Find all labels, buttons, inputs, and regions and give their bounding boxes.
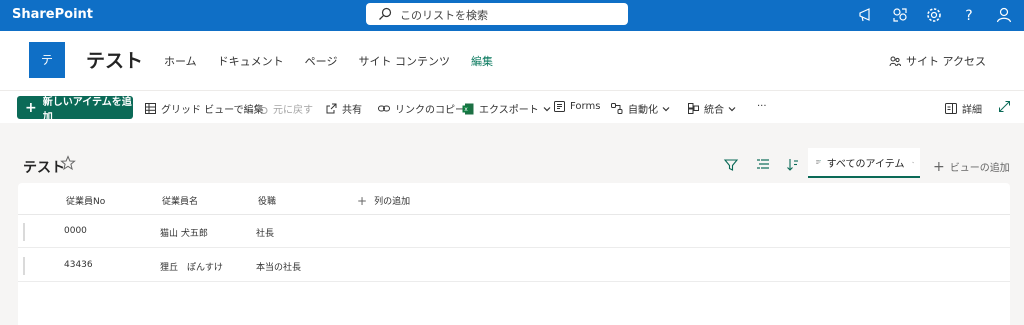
forms-icon (554, 101, 565, 112)
list-view-icon (816, 159, 821, 164)
excel-icon: x (462, 103, 474, 114)
share-label: 共有 (342, 105, 362, 116)
more-button[interactable]: ··· (757, 101, 767, 112)
column-header-employee-name[interactable]: 従業員名 (162, 194, 198, 207)
export-button[interactable]: x エクスポート (462, 101, 551, 116)
command-bar: + 新しいアイテムを追加 グリッド ビューで編集 元に戻す 共有 リンクのコピー… (0, 90, 1024, 123)
group-by-icon[interactable] (755, 157, 771, 173)
search-input[interactable]: このリストを検索 (400, 7, 488, 23)
sort-icon[interactable] (785, 157, 801, 173)
site-nav: ホーム ドキュメント ページ サイト コンテンツ 編集 (164, 53, 514, 69)
add-column-label: 列の追加 (374, 197, 411, 207)
svg-text:x: x (464, 106, 468, 113)
table-row[interactable]: 43436 狸丘 ぽんすけ 本当の社長 (18, 249, 1010, 282)
add-column-button[interactable]: + 列の追加 (357, 193, 411, 208)
export-label: エクスポート (479, 105, 539, 116)
list-grid: 従業員No 従業員名 役職 + 列の追加 0000 猫山 犬五郎 社長 4343… (18, 183, 1010, 325)
cell-employee-name[interactable]: 狸丘 ぽんすけ (160, 260, 223, 273)
automate-button[interactable]: 自動化 (611, 101, 670, 116)
nav-item-home[interactable]: ホーム (164, 53, 197, 69)
new-item-button[interactable]: + 新しいアイテムを追加 (17, 96, 133, 123)
site-header: テ テスト ホーム ドキュメント ページ サイト コンテンツ 編集 サイト アク… (0, 31, 1024, 90)
column-header-title[interactable]: 役職 (258, 194, 276, 207)
favorite-star-icon[interactable] (60, 155, 76, 171)
row-select-handle[interactable] (23, 257, 25, 275)
nav-item-pages[interactable]: ページ (305, 53, 338, 69)
grid-edit-label: グリッド ビューで編集 (161, 105, 264, 116)
column-header-employee-no[interactable]: 従業員No (66, 194, 105, 207)
integrate-label: 統合 (704, 105, 724, 116)
add-view-label: ビューの追加 (949, 163, 1010, 174)
new-item-label: 新しいアイテムを追加 (42, 96, 132, 123)
plus-icon: + (933, 158, 945, 175)
site-logo[interactable]: テ (29, 42, 65, 78)
search-icon (379, 7, 392, 20)
gear-icon[interactable] (925, 6, 943, 24)
automate-label: 自動化 (628, 105, 658, 116)
people-icon (889, 56, 901, 67)
chevron-down-icon (728, 106, 736, 111)
grid-header: 従業員No 従業員名 役職 + 列の追加 (18, 183, 1010, 215)
automate-icon (611, 103, 623, 114)
cell-employee-name[interactable]: 猫山 犬五郎 (160, 226, 208, 239)
search-box[interactable]: このリストを検索 (366, 3, 628, 25)
plus-icon: + (25, 99, 37, 116)
row-select-handle[interactable] (23, 223, 25, 241)
expand-icon[interactable] (999, 101, 1010, 112)
nav-item-edit[interactable]: 編集 (471, 53, 493, 69)
site-access-button[interactable]: サイト アクセス (889, 53, 986, 69)
integrate-icon (688, 103, 699, 114)
apps-icon[interactable] (891, 6, 909, 24)
undo-button[interactable]: 元に戻す (257, 101, 313, 116)
integrate-button[interactable]: 統合 (688, 101, 736, 116)
grid-edit-button[interactable]: グリッド ビューで編集 (145, 101, 264, 116)
filter-icon[interactable] (723, 157, 739, 173)
more-label: ··· (757, 101, 767, 112)
list-title: テスト (23, 160, 65, 176)
chevron-down-icon (662, 106, 670, 111)
grid-icon (145, 103, 156, 114)
cell-employee-no: 43436 (64, 260, 93, 270)
details-button[interactable]: 詳細 (945, 101, 982, 116)
account-icon[interactable] (995, 6, 1013, 24)
link-icon (378, 105, 390, 112)
share-button[interactable]: 共有 (326, 101, 362, 116)
help-icon[interactable]: ? (960, 6, 978, 24)
view-name: すべてのアイテム (826, 158, 905, 170)
cell-employee-no: 0000 (64, 226, 87, 236)
undo-label: 元に戻す (273, 105, 313, 116)
chevron-down-icon (543, 106, 551, 111)
table-row[interactable]: 0000 猫山 犬五郎 社長 (18, 215, 1010, 248)
forms-label: Forms (570, 101, 601, 112)
copy-link-label: リンクのコピー (395, 105, 465, 116)
cell-title: 本当の社長 (256, 263, 302, 273)
details-pane-icon (945, 103, 957, 114)
details-label: 詳細 (962, 105, 982, 116)
site-title[interactable]: テスト (86, 46, 143, 73)
site-access-label: サイト アクセス (906, 55, 986, 68)
forms-button[interactable]: Forms (554, 101, 600, 112)
view-selector[interactable]: すべてのアイテム (808, 148, 920, 178)
suite-bar: SharePoint このリストを検索 ? (0, 0, 1024, 31)
undo-icon (257, 104, 268, 114)
copy-link-button[interactable]: リンクのコピー (378, 101, 465, 116)
megaphone-icon[interactable] (857, 6, 875, 24)
chevron-down-icon (911, 161, 914, 163)
nav-item-documents[interactable]: ドキュメント (218, 53, 284, 69)
share-icon (326, 103, 337, 114)
plus-icon: + (357, 193, 368, 208)
nav-item-site-contents[interactable]: サイト コンテンツ (358, 53, 450, 69)
app-brand[interactable]: SharePoint (12, 7, 93, 22)
cell-title: 社長 (256, 229, 275, 239)
add-view-button[interactable]: + ビューの追加 (933, 158, 1010, 175)
svg-text:?: ? (965, 8, 972, 24)
